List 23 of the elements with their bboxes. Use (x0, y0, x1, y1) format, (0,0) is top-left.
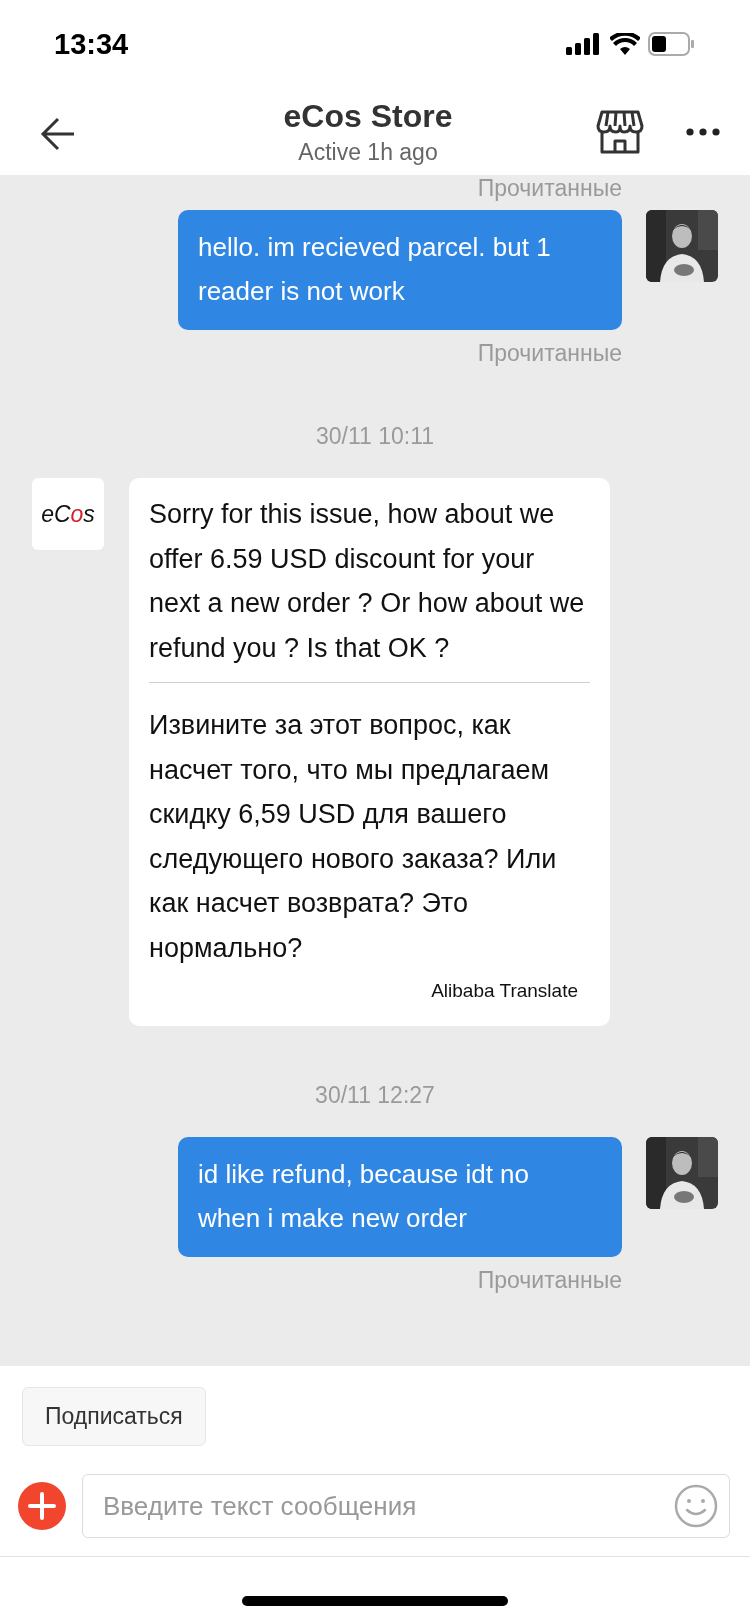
store-logo: eCos (32, 478, 104, 550)
read-status: Прочитанные (477, 340, 622, 367)
message-input-field[interactable]: Введите текст сообщения (82, 1474, 730, 1538)
status-time: 13:34 (54, 27, 129, 61)
read-status: Прочитанные (477, 1267, 622, 1294)
add-icon[interactable] (18, 1482, 66, 1530)
active-status: Active 1h ago (298, 138, 438, 166)
store-title: eCos Store (283, 97, 453, 135)
signal-icon (566, 33, 602, 55)
outgoing-message: id like refund, because idt no when i make new order (178, 1137, 622, 1257)
wifi-icon (610, 33, 640, 55)
translator-label: Alibaba Translate (431, 979, 578, 1003)
read-status: Прочитанные (477, 175, 622, 202)
translated-text: Извините за этот вопрос, как насчет того, что мы предлагаем скидку 6,59 USD для вашего следующего нового заказа? Или как насчет возврата? Это нормально? (149, 709, 558, 965)
message-text: Sorry for this issue, how about we offer 6.59 USD discount for your next a new order ? Or how about we refund you ? Is that OK ? (149, 498, 586, 665)
battery-icon (648, 32, 694, 56)
more-options-icon[interactable] (686, 127, 720, 136)
back-arrow-icon[interactable] (40, 116, 76, 151)
outgoing-message: hello. im recieved parcel. but 1 reader is not work (178, 210, 622, 330)
message-date: 30/11 10:11 (315, 423, 435, 450)
store-icon[interactable] (596, 109, 644, 154)
message-date: 30/11 12:27 (315, 1082, 435, 1109)
subscribe-button[interactable]: Подписаться (22, 1387, 206, 1446)
